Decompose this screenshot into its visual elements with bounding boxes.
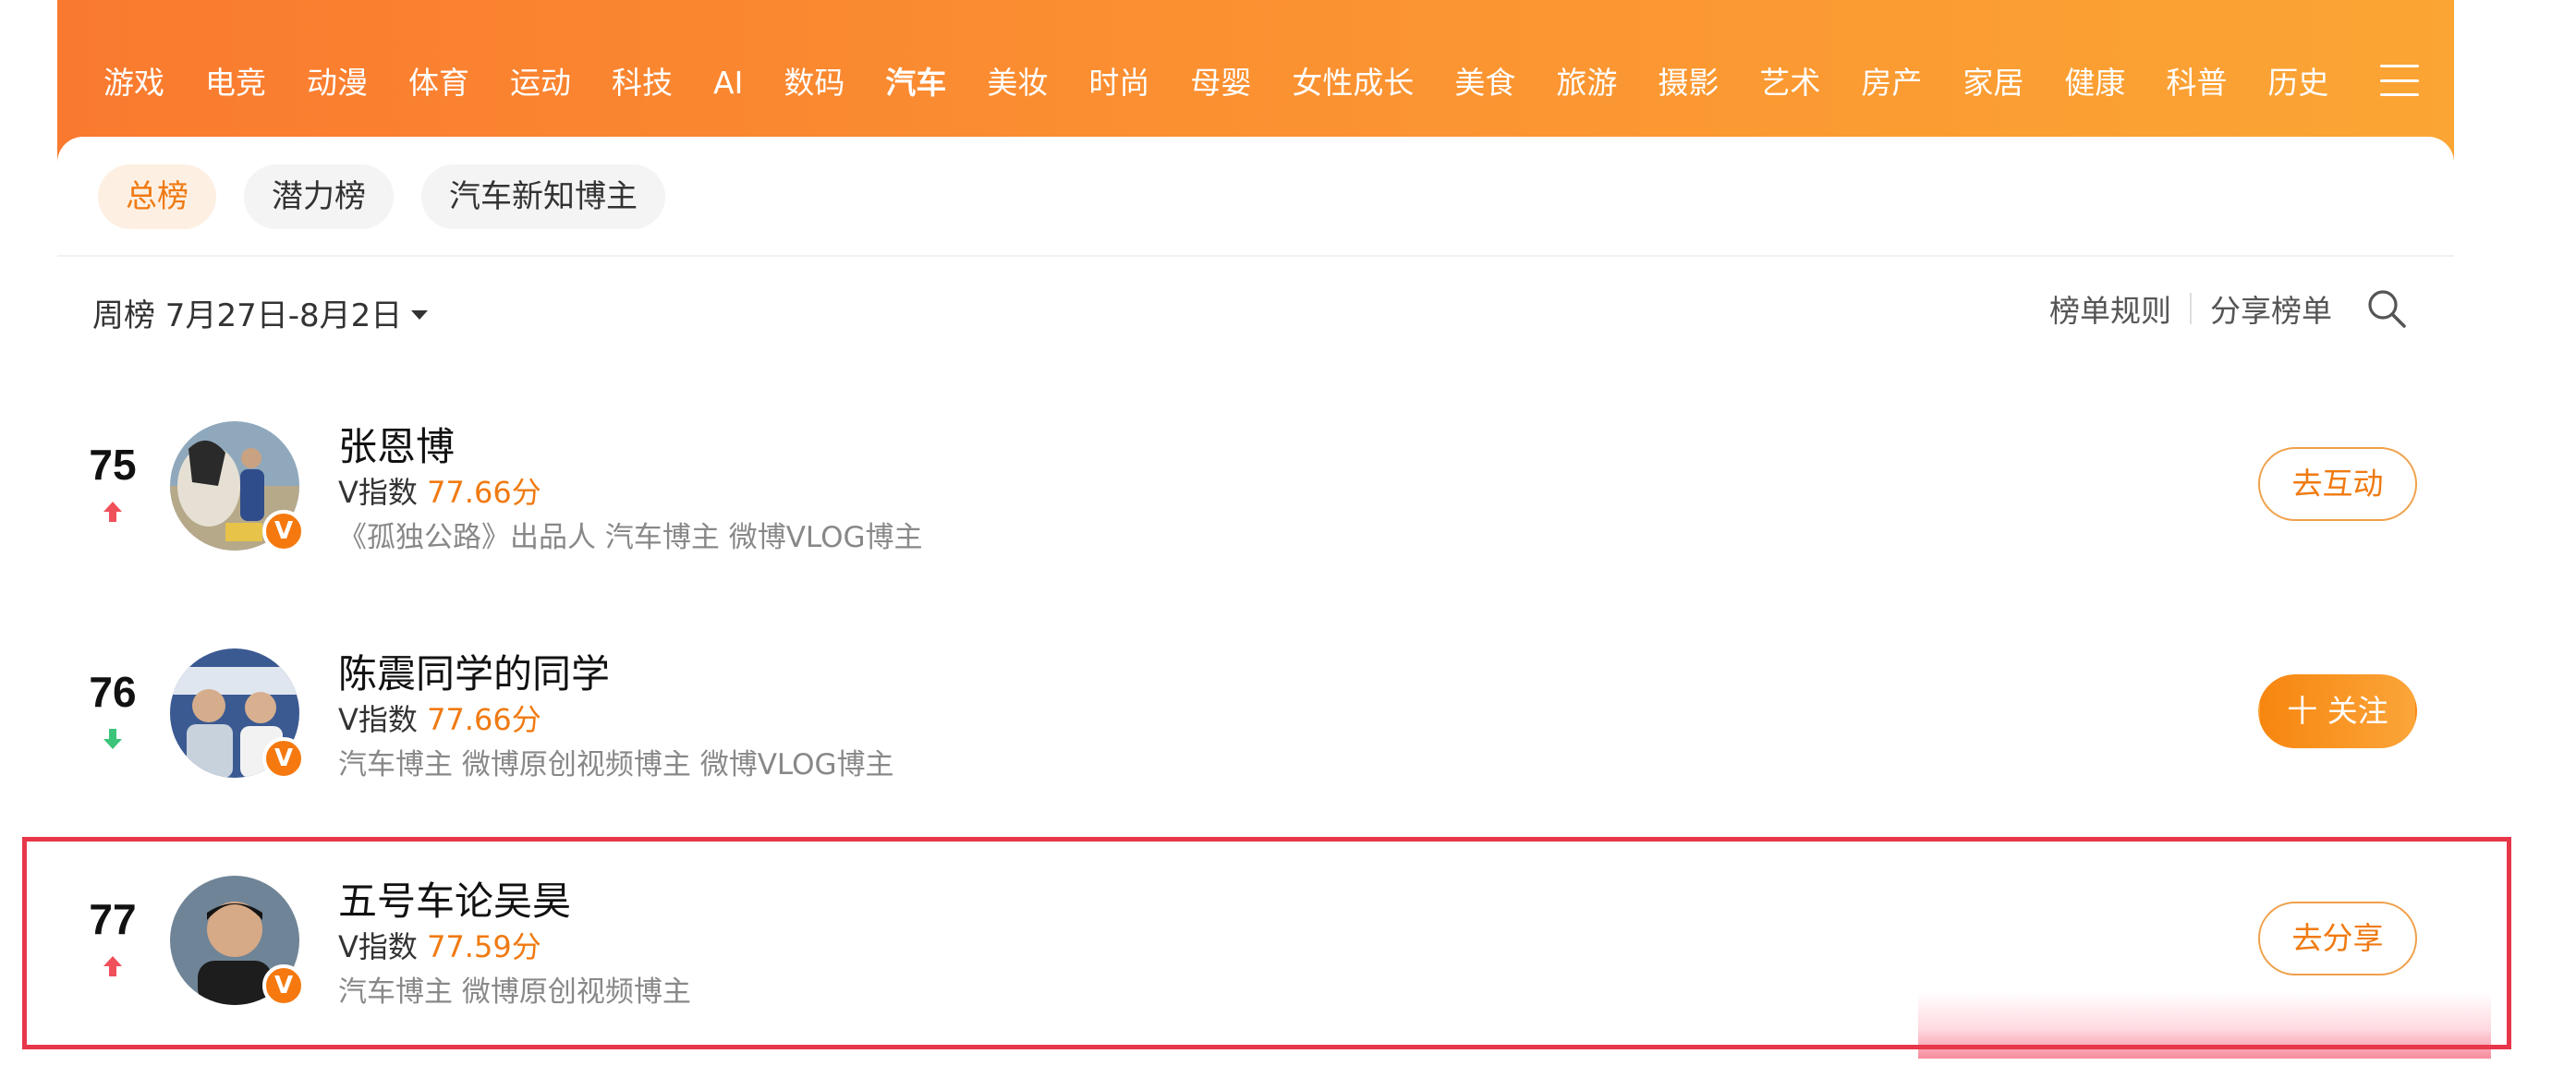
category-tab[interactable]: 旅游 bbox=[1556, 57, 1617, 109]
tool-separator bbox=[2190, 293, 2192, 324]
category-tabs: 游戏 电竞 动漫 体育 运动 科技 AI 数码 汽车 美妆 时尚 母婴 女性成长 美食 旅游 摄影 艺术 房产 家居… bbox=[103, 57, 2367, 109]
subtab-overall[interactable]: 总榜 bbox=[98, 164, 216, 229]
trend-up-icon bbox=[103, 502, 122, 522]
v-index-label: V指数 bbox=[338, 475, 428, 510]
category-tab[interactable]: 科普 bbox=[2166, 57, 2227, 109]
category-tab[interactable]: 历史 bbox=[2267, 57, 2328, 109]
category-tab[interactable]: 动漫 bbox=[307, 57, 368, 109]
category-tab[interactable]: 艺术 bbox=[1759, 57, 1820, 109]
interact-button[interactable]: 去互动 bbox=[2258, 447, 2417, 521]
category-tab[interactable]: 汽车 bbox=[885, 57, 946, 109]
verified-badge-icon: V bbox=[262, 964, 305, 1007]
category-tab[interactable]: 女性成长 bbox=[1292, 57, 1414, 109]
v-index: V指数 77.66分 bbox=[338, 697, 541, 739]
avatar[interactable]: V bbox=[170, 648, 305, 780]
blogger-tags: 汽车博主 微博原创视频博主 bbox=[338, 975, 691, 1009]
header-tools: 榜单规则 分享榜单 bbox=[2049, 286, 2408, 331]
avatar[interactable]: V bbox=[170, 876, 305, 1007]
category-tab[interactable]: 家居 bbox=[1962, 57, 2023, 109]
screen-glare bbox=[1918, 992, 2491, 1059]
caret-down-icon bbox=[411, 309, 429, 320]
category-tab[interactable]: 母婴 bbox=[1190, 57, 1251, 109]
category-tab[interactable]: 体育 bbox=[408, 57, 469, 109]
ranking-card: 总榜 潜力榜 汽车新知博主 周榜 7月27日-8月2日 榜单规则 分享榜单 75 bbox=[22, 137, 2511, 1066]
category-tab[interactable]: 运动 bbox=[510, 57, 571, 109]
category-tab[interactable]: 摄影 bbox=[1658, 57, 1719, 109]
category-tab[interactable]: 游戏 bbox=[103, 57, 164, 109]
trend-up-icon bbox=[103, 956, 122, 976]
trend-down-icon bbox=[103, 729, 122, 749]
share-button[interactable]: 去分享 bbox=[2258, 902, 2417, 975]
category-tab[interactable]: 数码 bbox=[784, 57, 844, 109]
blogger-tags: 《孤独公路》出品人 汽车博主 微博VLOG博主 bbox=[338, 521, 923, 554]
follow-button[interactable]: 十 关注 bbox=[2258, 674, 2417, 748]
rules-link[interactable]: 榜单规则 bbox=[2049, 286, 2171, 331]
blogger-tags: 汽车博主 微博原创视频博主 微博VLOG博主 bbox=[338, 748, 894, 781]
week-selector[interactable]: 周榜 7月27日-8月2日 bbox=[92, 290, 429, 335]
blogger-name[interactable]: 五号车论吴昊 bbox=[338, 870, 571, 927]
share-list-link[interactable]: 分享榜单 bbox=[2210, 286, 2332, 331]
verified-badge-icon: V bbox=[262, 510, 305, 552]
v-index-score: 77.59分 bbox=[427, 929, 541, 964]
subtab-new-bloggers[interactable]: 汽车新知博主 bbox=[421, 164, 665, 229]
menu-icon[interactable] bbox=[2380, 65, 2419, 96]
category-tab[interactable]: 健康 bbox=[2064, 57, 2125, 109]
category-tab[interactable]: 电竞 bbox=[205, 57, 266, 109]
category-tab[interactable]: 时尚 bbox=[1088, 57, 1149, 109]
v-index-label: V指数 bbox=[338, 929, 428, 964]
search-icon[interactable] bbox=[2365, 287, 2408, 330]
rank-number: 77 bbox=[89, 895, 137, 943]
ranking-row[interactable]: 77 V 五号车论吴昊 V指数 77.59分 汽车博主 微博原创视频博主 去分享 bbox=[22, 837, 2511, 1059]
v-index-score: 77.66分 bbox=[427, 475, 541, 510]
blogger-name[interactable]: 陈震同学的同学 bbox=[338, 643, 610, 699]
ranking-row[interactable]: 75 V 张恩博 V指数 77.66分 《孤独公路》出品人 汽车博主 微博VLO… bbox=[57, 399, 2454, 584]
category-tab[interactable]: AI bbox=[713, 57, 743, 109]
leaderboard-app: 游戏 电竞 动漫 体育 运动 科技 AI 数码 汽车 美妆 时尚 母婴 女性成长 美食 旅游 摄影 艺术 房产 家居… bbox=[22, 0, 2511, 1066]
category-tab[interactable]: 美食 bbox=[1454, 57, 1515, 109]
category-tab[interactable]: 房产 bbox=[1861, 57, 1922, 109]
category-tab[interactable]: 美妆 bbox=[987, 57, 1048, 109]
v-index-score: 77.66分 bbox=[427, 702, 541, 737]
divider bbox=[57, 255, 2454, 257]
blogger-name[interactable]: 张恩博 bbox=[338, 416, 455, 472]
verified-badge-icon: V bbox=[262, 737, 305, 780]
v-index: V指数 77.66分 bbox=[338, 469, 541, 512]
rank-number: 76 bbox=[89, 668, 137, 716]
avatar[interactable]: V bbox=[170, 421, 305, 552]
ranking-row[interactable]: 76 V 陈震同学的同学 V指数 77.66分 汽车博主 微博原创视频博主 微博… bbox=[57, 626, 2454, 811]
v-index-label: V指数 bbox=[338, 702, 428, 737]
subtab-potential[interactable]: 潜力榜 bbox=[244, 164, 394, 229]
sub-tabs: 总榜 潜力榜 汽车新知博主 bbox=[98, 164, 665, 229]
v-index: V指数 77.59分 bbox=[338, 924, 541, 966]
week-label: 周榜 7月27日-8月2日 bbox=[92, 297, 403, 334]
rank-number: 75 bbox=[89, 441, 137, 489]
category-tab[interactable]: 科技 bbox=[612, 57, 673, 109]
